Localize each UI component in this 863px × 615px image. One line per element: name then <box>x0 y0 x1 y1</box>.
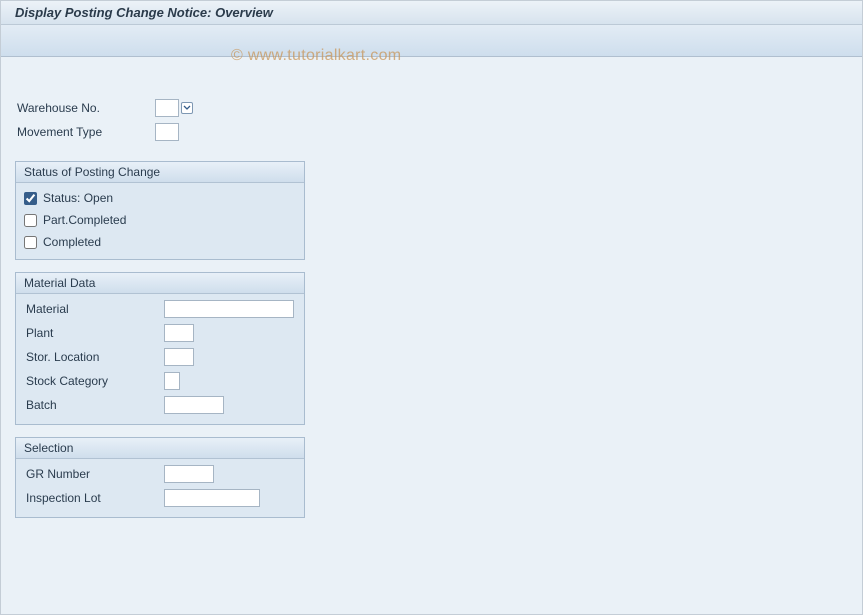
input-warehouse-no[interactable] <box>155 99 179 117</box>
toolbar: © www.tutorialkart.com <box>1 25 862 57</box>
page-title: Display Posting Change Notice: Overview <box>15 5 273 20</box>
row-completed: Completed <box>24 231 296 253</box>
label-stock-category: Stock Category <box>24 374 164 388</box>
group-title-selection: Selection <box>16 438 304 459</box>
group-status: Status of Posting Change Status: Open Pa… <box>15 161 305 260</box>
input-gr-number[interactable] <box>164 465 214 483</box>
label-inspection-lot: Inspection Lot <box>24 491 164 505</box>
window: Display Posting Change Notice: Overview … <box>0 0 863 615</box>
group-material: Material Data Material Plant Stor. Locat… <box>15 272 305 425</box>
group-selection: Selection GR Number Inspection Lot <box>15 437 305 518</box>
field-batch: Batch <box>24 394 296 416</box>
input-material[interactable] <box>164 300 294 318</box>
input-inspection-lot[interactable] <box>164 489 260 507</box>
search-help-icon[interactable] <box>181 102 193 114</box>
checkbox-part-completed[interactable] <box>24 214 37 227</box>
field-plant: Plant <box>24 322 296 344</box>
row-status-open: Status: Open <box>24 187 296 209</box>
field-movement-type: Movement Type <box>15 121 846 143</box>
input-stor-location[interactable] <box>164 348 194 366</box>
title-bar: Display Posting Change Notice: Overview <box>1 1 862 25</box>
group-title-material: Material Data <box>16 273 304 294</box>
label-warehouse-no: Warehouse No. <box>15 101 155 115</box>
label-material: Material <box>24 302 164 316</box>
label-stor-location: Stor. Location <box>24 350 164 364</box>
field-inspection-lot: Inspection Lot <box>24 487 296 509</box>
top-fields: Warehouse No. Movement Type <box>15 97 846 143</box>
label-status-open: Status: Open <box>43 191 113 205</box>
label-movement-type: Movement Type <box>15 125 155 139</box>
label-gr-number: GR Number <box>24 467 164 481</box>
checkbox-completed[interactable] <box>24 236 37 249</box>
group-title-status: Status of Posting Change <box>16 162 304 183</box>
input-plant[interactable] <box>164 324 194 342</box>
input-batch[interactable] <box>164 396 224 414</box>
content-area: Warehouse No. Movement Type Statu <box>1 57 862 546</box>
field-material: Material <box>24 298 296 320</box>
row-part-completed: Part.Completed <box>24 209 296 231</box>
checkbox-status-open[interactable] <box>24 192 37 205</box>
field-warehouse-no: Warehouse No. <box>15 97 846 119</box>
label-batch: Batch <box>24 398 164 412</box>
input-movement-type[interactable] <box>155 123 179 141</box>
label-part-completed: Part.Completed <box>43 213 126 227</box>
field-stor-location: Stor. Location <box>24 346 296 368</box>
label-completed: Completed <box>43 235 101 249</box>
field-gr-number: GR Number <box>24 463 296 485</box>
field-stock-category: Stock Category <box>24 370 296 392</box>
input-stock-category[interactable] <box>164 372 180 390</box>
label-plant: Plant <box>24 326 164 340</box>
